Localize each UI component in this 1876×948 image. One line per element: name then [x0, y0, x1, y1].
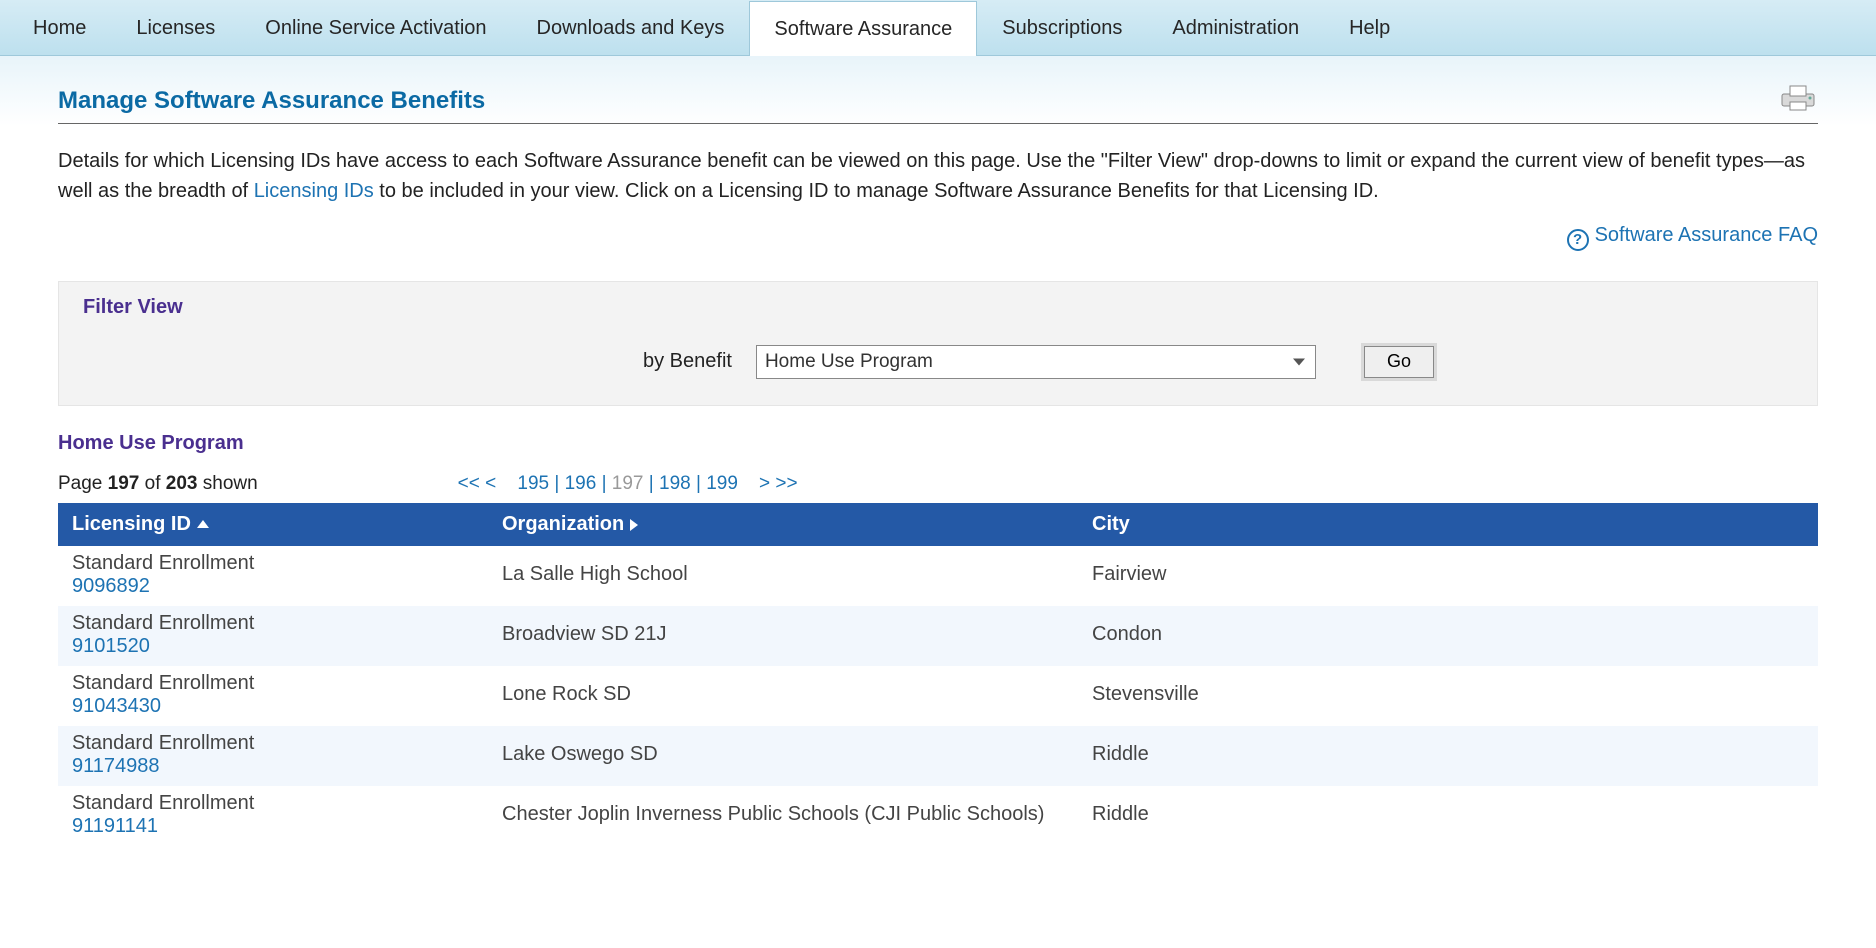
filter-title: Filter View	[83, 296, 1793, 319]
table-row: Standard Enrollment91174988 Lake Oswego S…	[58, 726, 1818, 786]
organization-cell: Chester Joplin Inverness Public Schools …	[488, 786, 1078, 846]
licensing-type: Standard Enrollment	[72, 612, 474, 635]
licensing-id-link[interactable]: 9096892	[72, 575, 474, 598]
pager-page-199[interactable]: 199	[706, 473, 738, 494]
pager-next[interactable]: >	[759, 473, 770, 494]
tab-home[interactable]: Home	[8, 0, 111, 55]
city-cell: Condon	[1078, 606, 1818, 666]
section-title: Home Use Program	[58, 432, 1818, 455]
intro-text: Details for which Licensing IDs have acc…	[58, 146, 1818, 206]
licensing-id-link[interactable]: 9101520	[72, 635, 474, 658]
benefits-table: Licensing ID Organization City Standard …	[58, 503, 1818, 846]
filter-by-label: by Benefit	[643, 350, 732, 373]
faq-link[interactable]: Software Assurance FAQ	[1595, 224, 1818, 246]
page-title: Manage Software Assurance Benefits	[58, 87, 485, 115]
tab-downloads-and-keys[interactable]: Downloads and Keys	[512, 0, 750, 55]
pager-last[interactable]: >>	[775, 473, 797, 494]
table-row: Standard Enrollment9101520 Broadview SD 2…	[58, 606, 1818, 666]
chevron-down-icon	[1293, 358, 1305, 365]
organization-cell: Lake Oswego SD	[488, 726, 1078, 786]
city-cell: Riddle	[1078, 726, 1818, 786]
benefit-select[interactable]: Home Use Program	[756, 345, 1316, 379]
licensing-id-link[interactable]: 91174988	[72, 755, 474, 778]
pager-page-198[interactable]: 198	[659, 473, 691, 494]
licensing-ids-link[interactable]: Licensing IDs	[254, 180, 374, 202]
pager-page-195[interactable]: 195	[517, 473, 549, 494]
filter-panel: Filter View by Benefit Home Use Program …	[58, 281, 1818, 406]
licensing-id-link[interactable]: 91043430	[72, 695, 474, 718]
licensing-type: Standard Enrollment	[72, 672, 474, 695]
tab-online-service-activation[interactable]: Online Service Activation	[240, 0, 511, 55]
col-organization[interactable]: Organization	[488, 503, 1078, 546]
help-icon: ?	[1567, 229, 1589, 251]
table-row: Standard Enrollment91191141 Chester Jopli…	[58, 786, 1818, 846]
city-cell: Riddle	[1078, 786, 1818, 846]
organization-cell: Broadview SD 21J	[488, 606, 1078, 666]
organization-cell: La Salle High School	[488, 546, 1078, 606]
licensing-type: Standard Enrollment	[72, 792, 474, 815]
go-button[interactable]: Go	[1364, 346, 1434, 378]
tab-subscriptions[interactable]: Subscriptions	[977, 0, 1147, 55]
tab-licenses[interactable]: Licenses	[111, 0, 240, 55]
pager-prev[interactable]: <	[485, 473, 496, 494]
tab-administration[interactable]: Administration	[1147, 0, 1324, 55]
licensing-id-link[interactable]: 91191141	[72, 815, 474, 838]
organization-cell: Lone Rock SD	[488, 666, 1078, 726]
col-licensing-id[interactable]: Licensing ID	[58, 503, 488, 546]
pager-first[interactable]: <<	[458, 473, 480, 494]
licensing-type: Standard Enrollment	[72, 552, 474, 575]
pager: Page 197 of 203 shown << < 195 | 196 | 1…	[58, 473, 1818, 495]
licensing-type: Standard Enrollment	[72, 732, 474, 755]
pager-page-197: 197	[612, 473, 644, 494]
table-row: Standard Enrollment91043430 Lone Rock SDS…	[58, 666, 1818, 726]
pager-page-196[interactable]: 196	[565, 473, 597, 494]
city-cell: Fairview	[1078, 546, 1818, 606]
sort-asc-icon	[197, 520, 209, 528]
benefit-select-value: Home Use Program	[765, 351, 933, 373]
table-row: Standard Enrollment9096892 La Salle High …	[58, 546, 1818, 606]
print-icon[interactable]	[1778, 84, 1818, 117]
col-city[interactable]: City	[1078, 503, 1818, 546]
sort-icon	[630, 519, 638, 531]
city-cell: Stevensville	[1078, 666, 1818, 726]
top-nav: HomeLicensesOnline Service ActivationDow…	[0, 0, 1876, 56]
tab-help[interactable]: Help	[1324, 0, 1415, 55]
tab-software-assurance[interactable]: Software Assurance	[749, 1, 977, 56]
